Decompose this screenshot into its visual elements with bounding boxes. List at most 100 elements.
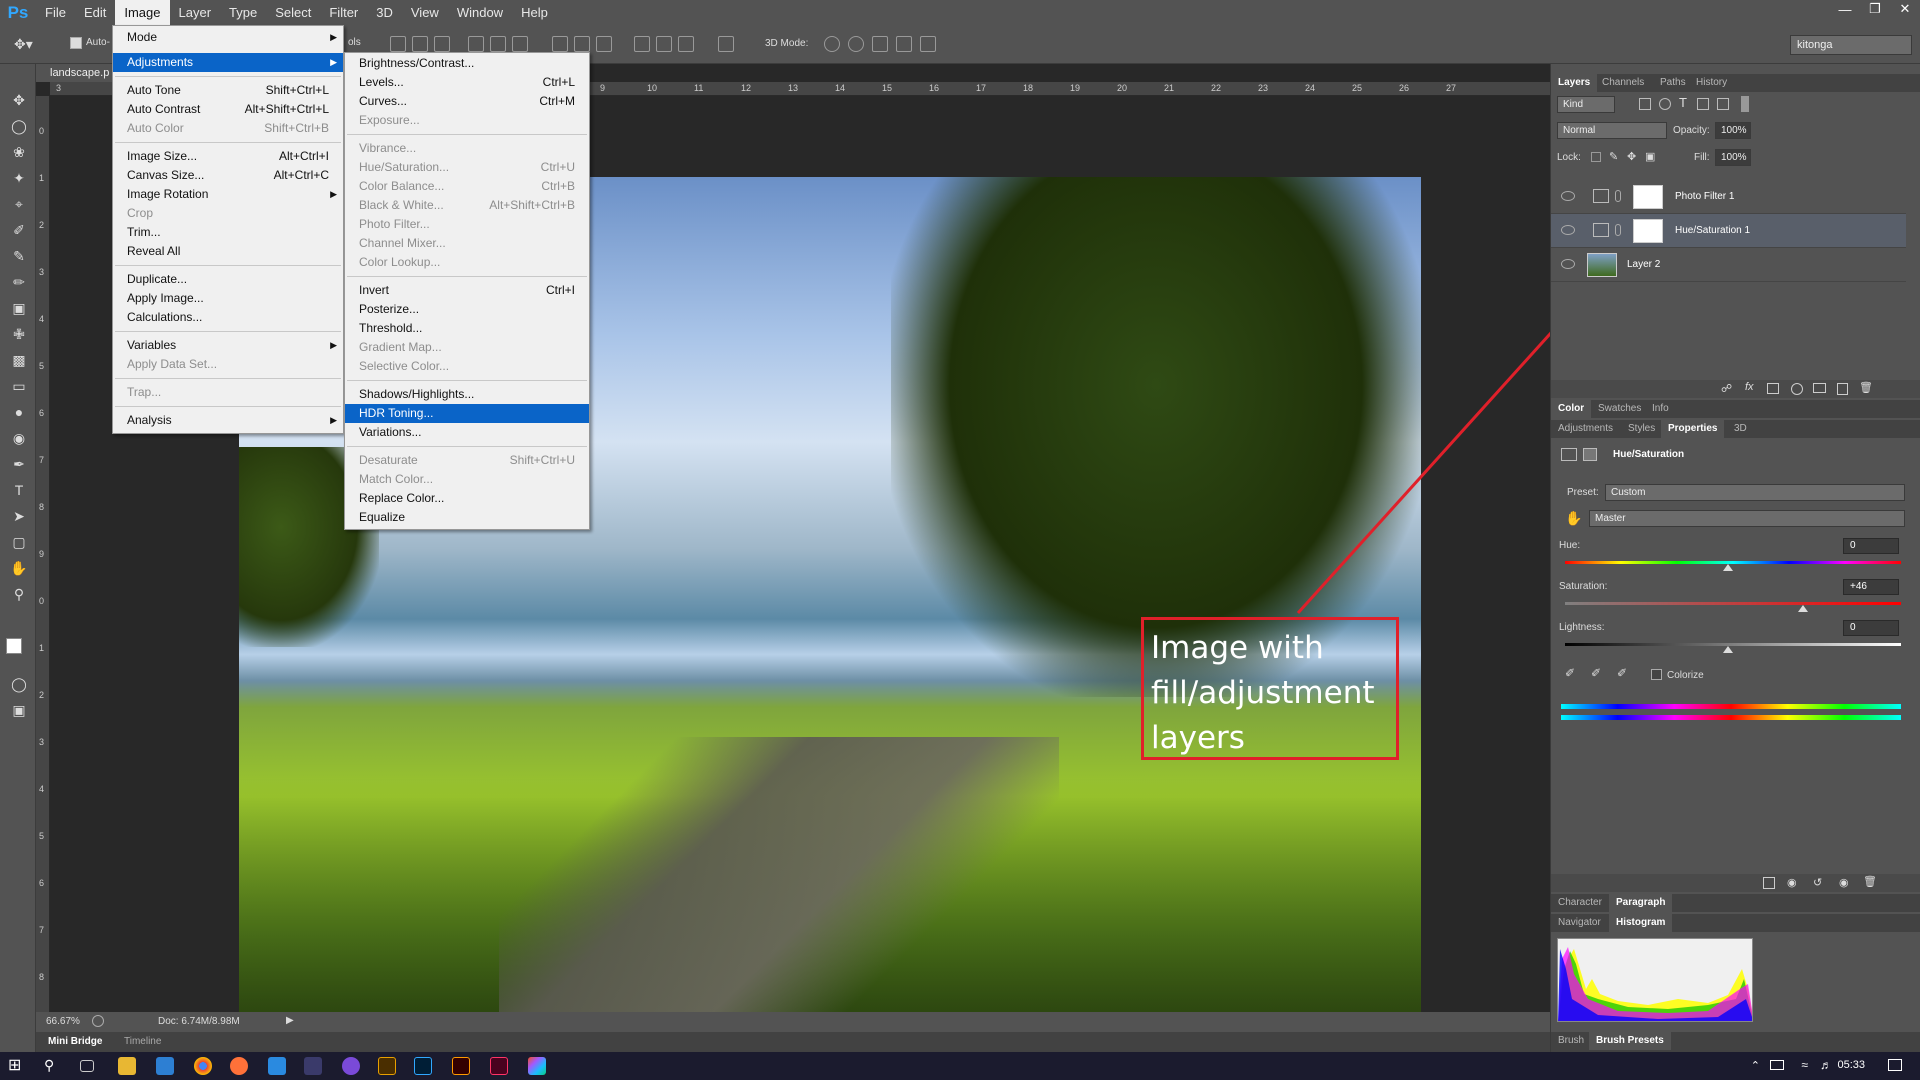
distribute-vcenter-icon[interactable] [574,36,590,52]
foreground-color-swatch[interactable] [6,638,22,654]
menu-item-crop[interactable]: Crop [113,204,343,223]
colorize-checkbox[interactable] [1651,669,1662,680]
tab-info[interactable]: Info [1645,400,1676,418]
brush-tool-icon[interactable]: ✏ [8,272,30,292]
eyedropper-plus-icon[interactable]: ✐ [1591,666,1601,680]
menu-3d[interactable]: 3D [367,0,402,26]
filter-smart-object-icon[interactable] [1717,98,1729,110]
tab-character[interactable]: Character [1551,894,1609,912]
menu-item-shadows-highlights[interactable]: Shadows/Highlights... [345,385,589,404]
menu-item-channel-mixer[interactable]: Channel Mixer... [345,234,589,253]
visibility-eye-icon[interactable]: ◉ [1839,876,1849,889]
opacity-input[interactable]: 100% [1715,122,1751,139]
history-brush-icon[interactable]: ✙ [8,324,30,344]
delete-layer-icon[interactable]: 🗑 [1859,381,1873,394]
tab-adjustments[interactable]: Adjustments [1551,420,1620,438]
menu-item-apply-data-set[interactable]: Apply Data Set... [113,355,343,374]
screen-mode-icon[interactable]: ▣ [8,700,30,720]
mask-link-icon[interactable] [1615,190,1621,202]
menu-item-apply-image[interactable]: Apply Image... [113,289,343,308]
view-previous-icon[interactable]: ◉ [1787,876,1797,889]
layer-row-hue-saturation[interactable]: Hue/Saturation 1 [1551,214,1906,248]
align-bottom-icon[interactable] [434,36,450,52]
layer-row-layer-2[interactable]: Layer 2 [1551,248,1906,282]
lock-position-icon[interactable]: ✥ [1627,150,1636,163]
move-tool-icon[interactable]: ✥ [8,90,30,110]
menu-filter[interactable]: Filter [320,0,367,26]
menu-help[interactable]: Help [512,0,557,26]
minimize-icon[interactable]: — [1830,0,1860,18]
filter-pixel-icon[interactable] [1639,98,1651,110]
hue-slider-knob[interactable] [1723,564,1733,571]
chrome-icon[interactable] [194,1057,212,1075]
visibility-eye-icon[interactable] [1561,225,1575,235]
menu-item-calculations[interactable]: Calculations... [113,308,343,327]
blur-tool-icon[interactable]: ● [8,402,30,422]
path-selection-icon[interactable]: ➤ [8,506,30,526]
lightness-value[interactable]: 0 [1843,620,1899,636]
menu-item-auto-contrast[interactable]: Auto Contrast Alt+Shift+Ctrl+L [113,100,343,119]
align-vcenter-icon[interactable] [412,36,428,52]
type-tool-icon[interactable]: T [8,480,30,500]
tab-mini-bridge[interactable]: Mini Bridge [40,1034,110,1050]
menu-item-black-white[interactable]: Black & White... Alt+Shift+Ctrl+B [345,196,589,215]
saturation-value[interactable]: +46 [1843,579,1899,595]
menu-item-brightness-contrast[interactable]: Brightness/Contrast... [345,54,589,73]
app-icon[interactable] [304,1057,322,1075]
zoom-level[interactable]: 66.67% [46,1016,80,1027]
status-info-icon[interactable] [92,1015,104,1027]
menu-item-canvas-size[interactable]: Canvas Size... Alt+Ctrl+C [113,166,343,185]
workspace-select[interactable]: kitonga [1790,35,1912,55]
menu-item-image-size[interactable]: Image Size... Alt+Ctrl+I [113,147,343,166]
tab-swatches[interactable]: Swatches [1591,400,1648,418]
menu-item-replace-color[interactable]: Replace Color... [345,489,589,508]
pen-tool-icon[interactable]: ✒ [8,454,30,474]
mask-link-icon[interactable] [1615,224,1621,236]
menu-item-mode[interactable]: Mode ▶ [113,28,343,47]
link-layers-icon[interactable]: ☍ [1721,382,1732,395]
firefox-icon[interactable] [230,1057,248,1075]
visibility-eye-icon[interactable] [1561,191,1575,201]
lock-transparent-icon[interactable] [1591,152,1601,162]
volume-icon[interactable]: ♬ [1820,1058,1832,1072]
tab-color[interactable]: Color [1551,400,1592,418]
search-icon[interactable]: ⚲ [44,1057,62,1075]
channel-select[interactable]: Master [1589,510,1905,527]
hue-slider-track[interactable] [1565,561,1901,564]
tab-histogram[interactable]: Histogram [1609,914,1673,932]
menu-item-color-balance[interactable]: Color Balance... Ctrl+B [345,177,589,196]
lightness-slider-knob[interactable] [1723,646,1733,653]
menu-item-variations[interactable]: Variations... [345,423,589,442]
zoom-tool-icon[interactable]: ⚲ [8,584,30,604]
saturation-slider-track[interactable] [1565,602,1901,605]
eyedropper-minus-icon[interactable]: ✐ [1617,666,1627,680]
menu-item-threshold[interactable]: Threshold... [345,319,589,338]
new-adjustment-layer-icon[interactable] [1791,383,1803,395]
hue-value[interactable]: 0 [1843,538,1899,554]
vscode-icon[interactable] [268,1057,286,1075]
menu-item-vibrance[interactable]: Vibrance... [345,139,589,158]
layer-image-thumbnail[interactable] [1587,253,1617,277]
filter-type-icon[interactable]: T [1679,95,1687,110]
taskbar-clock[interactable]: 05:33 [1837,1059,1865,1071]
distribute-top-icon[interactable] [552,36,568,52]
menu-item-invert[interactable]: Invert Ctrl+I [345,281,589,300]
tab-styles[interactable]: Styles [1621,420,1662,438]
filter-shape-icon[interactable] [1697,98,1709,110]
lightness-slider-track[interactable] [1565,643,1901,646]
new-group-icon[interactable] [1813,383,1826,393]
menu-item-auto-tone[interactable]: Auto Tone Shift+Ctrl+L [113,81,343,100]
gradient-tool-icon[interactable]: ▭ [8,376,30,396]
figma-icon[interactable] [528,1057,546,1075]
filter-toggle-icon[interactable] [1741,96,1749,112]
close-icon[interactable]: ✕ [1890,0,1920,18]
menu-item-equalize[interactable]: Equalize [345,508,589,527]
delete-adjustment-icon[interactable]: 🗑 [1863,875,1877,888]
menu-item-gradient-map[interactable]: Gradient Map... [345,338,589,357]
photoshop-taskbar-icon[interactable] [414,1057,432,1075]
shape-tool-icon[interactable]: ▢ [8,532,30,552]
notifications-icon[interactable] [1888,1059,1902,1071]
hand-tool-icon[interactable]: ✋ [8,558,30,578]
menu-image[interactable]: Image [115,0,170,26]
tab-history[interactable]: History [1689,74,1734,92]
